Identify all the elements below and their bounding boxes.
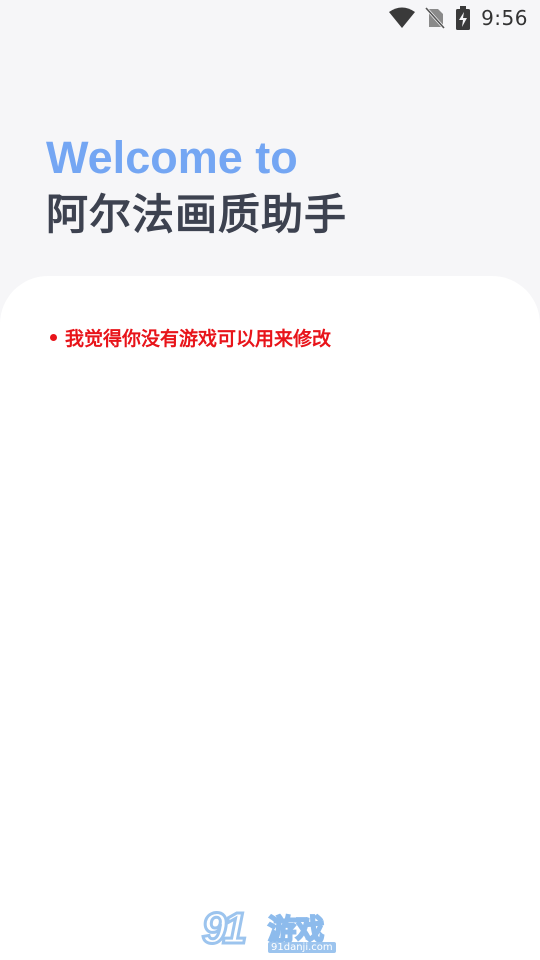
- content-card: 我觉得你没有游戏可以用来修改: [0, 276, 540, 960]
- watermark-number: 91: [201, 903, 249, 955]
- notice-item: 我觉得你没有游戏可以用来修改: [50, 324, 331, 351]
- wifi-icon: [389, 7, 416, 29]
- battery-charging-icon: [455, 6, 471, 30]
- app-screen: 9:56 Welcome to 阿尔法画质助手 我觉得你没有游戏可以用来修改 9…: [0, 0, 540, 960]
- welcome-text: Welcome to: [46, 132, 298, 183]
- status-time: 9:56: [481, 6, 528, 30]
- notice-text: 我觉得你没有游戏可以用来修改: [65, 328, 332, 350]
- watermark-logo: 91 游戏 91danji.com: [201, 902, 342, 960]
- watermark-domain: 91danji.com: [268, 942, 336, 953]
- welcome-header: Welcome to 阿尔法画质助手: [46, 130, 506, 244]
- bullet-icon: [50, 334, 57, 341]
- no-sim-icon: [425, 7, 446, 29]
- status-bar: 9:56: [0, 0, 540, 36]
- app-title: 阿尔法画质助手: [46, 190, 348, 239]
